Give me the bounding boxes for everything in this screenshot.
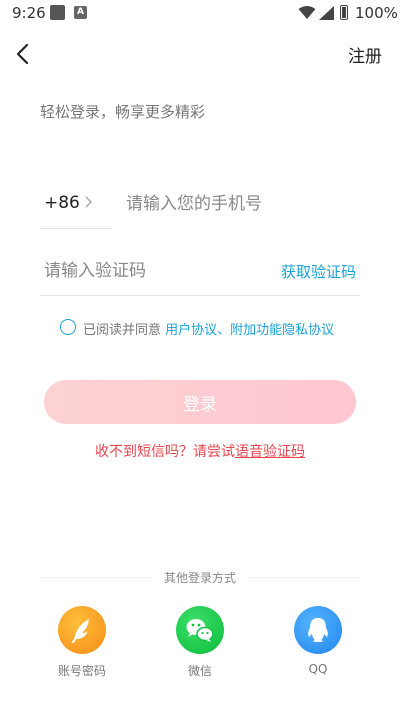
feather-icon[interactable] [58,606,106,654]
status-bar: 9:26 A 100% [0,0,400,28]
other-login-title: 其他登录方式 [163,571,236,585]
wifi-icon [298,6,316,19]
country-code-selector[interactable]: +86 [44,193,80,213]
status-time: 9:26 [12,4,46,22]
get-code-button[interactable]: 获取验证码 [281,261,356,282]
agreement-prefix: 已阅读并同意 [83,323,162,338]
sms-hint-prefix: 收不到短信吗？请尝试 [95,444,235,460]
login-option-qq[interactable]: QQ [288,606,348,676]
login-option-wechat[interactable]: 微信 [170,606,230,679]
signal-icon [319,6,334,20]
register-link[interactable]: 注册 [348,42,382,67]
app-notification-icon: A [74,6,87,19]
login-option-label: 账号密码 [57,664,106,678]
battery-percent: 100% [355,4,398,22]
battery-icon [340,5,348,20]
code-divider [40,295,360,296]
page-subtitle: 轻松登录，畅享更多精彩 [40,103,206,121]
login-button[interactable]: 登录 [44,380,356,424]
agreement-text: 已阅读并同意 用户协议、附加功能隐私协议 [83,319,334,338]
chevron-right-icon [85,196,93,208]
login-option-label: QQ [308,662,328,676]
country-code-divider [40,228,112,229]
agreement-radio[interactable] [60,319,76,335]
login-option-account[interactable]: 账号密码 [52,606,112,679]
qq-icon[interactable] [294,606,342,654]
verification-code-input[interactable] [44,254,264,288]
login-option-label: 微信 [187,664,212,678]
back-arrow-icon[interactable] [10,40,38,68]
sms-hint: 收不到短信吗？请尝试语音验证码 [0,441,400,461]
phone-input[interactable] [126,186,356,222]
notification-icon [50,5,65,20]
voice-code-link[interactable]: 语音验证码 [235,444,305,460]
wechat-icon[interactable] [176,606,224,654]
agreement-links[interactable]: 用户协议、附加功能隐私协议 [165,323,334,338]
